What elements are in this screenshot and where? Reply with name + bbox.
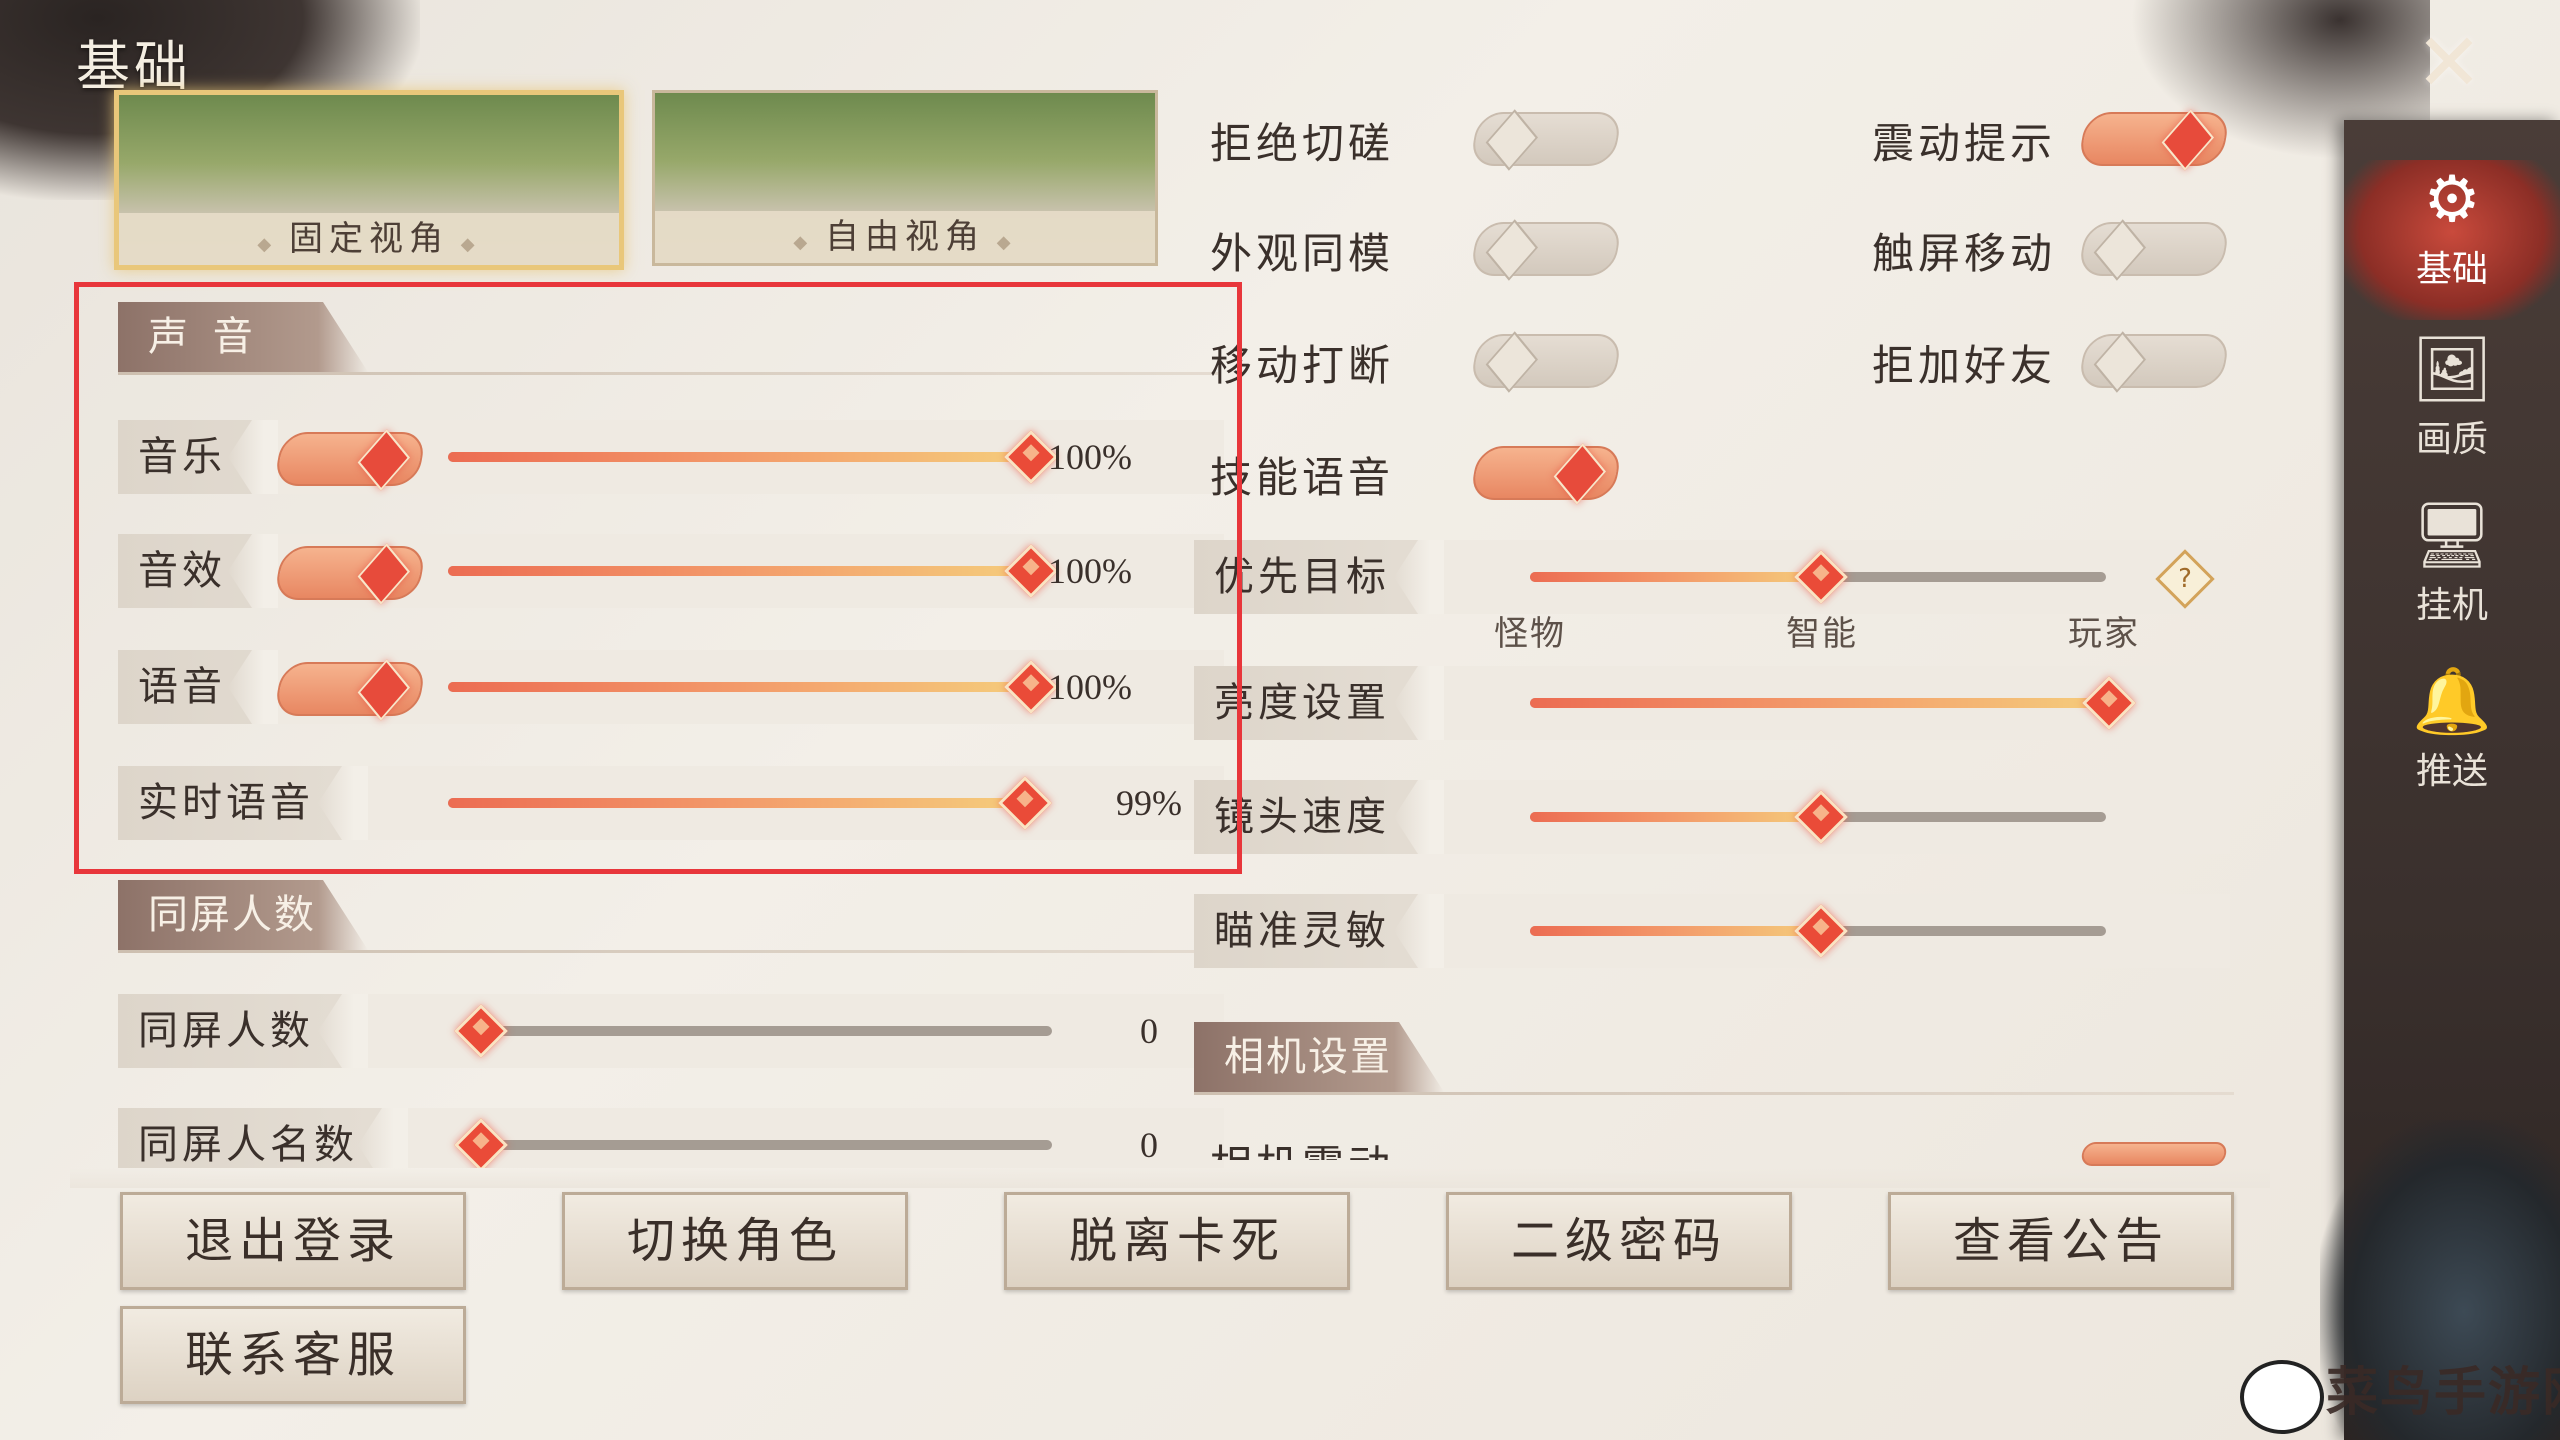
priority-option-player[interactable]: 玩家 [2068,606,2140,655]
camera-shake-label: 相机震动 [1210,1136,1394,1160]
sidebar-item-label: 推送 [2415,751,2488,792]
toggle-label-refuse-friend: 拒加好友 [1872,341,2057,390]
toggle-label-vibration: 震动提示 [1872,119,2057,168]
sidebar-item-afk[interactable]: 🖥 挂机 [2344,496,2560,656]
close-x-icon[interactable]: ✕ [2404,18,2494,108]
toggle-refuse-duel[interactable] [1469,109,1623,171]
view-label: 自由视角 [655,211,1155,263]
row-label: 同屏人数 [138,1008,314,1054]
fade-edge [70,1168,2270,1188]
toggle-move-interrupt[interactable] [1469,331,1623,393]
toggle-label-refuse-duel: 拒绝切磋 [1210,119,1395,168]
slider-same-screen-count[interactable] [454,1004,1052,1058]
unstuck-button[interactable]: 脱离卡死 [1004,1192,1350,1290]
divider [118,950,1218,953]
watermark-logo [2240,1360,2324,1434]
slider-aim-sensitivity[interactable] [1530,904,2106,958]
brightness-row: 亮度设置 [1194,666,2230,740]
contact-support-button[interactable]: 联系客服 [120,1306,466,1404]
same-screen-row-count: 同屏人数 0 [118,994,1224,1068]
toggle-refuse-friend[interactable] [2077,331,2231,393]
toggle-label-same-appearance: 外观同模 [1210,229,1395,278]
slider-priority-target[interactable] [1530,550,2106,604]
sidebar-item-graphics[interactable]: 🖼 画质 [2344,330,2560,490]
bell-icon: 🔔 [2412,665,2492,739]
toggle-touch-move[interactable] [2077,219,2231,281]
sidebar-item-basic[interactable]: ⚙ 基础 [2344,160,2560,320]
monitor-icon: 🖥 [2411,499,2493,573]
sidebar-item-push[interactable]: 🔔 推送 [2344,662,2560,822]
priority-target-row: 优先目标 ? [1194,540,2230,614]
view-label: 固定视角 [119,213,619,265]
gear-icon: ⚙ [2423,163,2481,237]
section-same-screen-header: 同屏人数 [118,880,368,950]
slider-brightness[interactable] [1530,676,2136,730]
value-label: 0 [1140,1125,1158,1165]
view-free-thumbnail[interactable]: 自由视角 [652,90,1158,266]
secondary-password-button[interactable]: 二级密码 [1446,1192,1792,1290]
priority-option-monster[interactable]: 怪物 [1494,606,1566,655]
slider-camera-speed[interactable] [1530,790,2106,844]
view-announcement-button[interactable]: 查看公告 [1888,1192,2234,1290]
sidebar-item-label: 基础 [2415,249,2488,290]
watermark-text: 菜鸟手游网 [2326,1363,2560,1423]
annotation-highlight-box [74,282,1242,874]
toggle-camera-shake[interactable] [2079,1142,2229,1166]
toggle-skill-voice[interactable] [1469,443,1623,505]
priority-option-smart[interactable]: 智能 [1786,606,1858,655]
sidebar-item-label: 挂机 [2415,585,2488,626]
row-label: 瞄准灵敏 [1214,908,1390,954]
toggle-vibration[interactable] [2077,109,2231,171]
view-fixed-thumbnail[interactable]: 固定视角 [114,90,624,270]
same-screen-row-names: 同屏人名数 0 [118,1108,1224,1168]
row-label: 同屏人名数 [138,1122,358,1168]
camera-speed-row: 镜头速度 [1194,780,2230,854]
toggle-label-touch-move: 触屏移动 [1872,229,2057,278]
settings-screen: 基础 ✕ 固定视角 自由视角 声 音 音乐 100% 音效 [0,0,2560,1440]
sidebar-item-label: 画质 [2415,419,2488,460]
slider-same-screen-names[interactable] [454,1118,1052,1168]
toggle-same-appearance[interactable] [1469,219,1623,281]
section-camera-header: 相机设置 [1194,1022,1444,1092]
switch-character-button[interactable]: 切换角色 [562,1192,908,1290]
logout-button[interactable]: 退出登录 [120,1192,466,1290]
divider [1194,1092,2234,1095]
image-icon: 🖼 [2411,333,2493,407]
aim-sensitivity-row: 瞄准灵敏 [1194,894,2230,968]
value-label: 0 [1140,1011,1158,1051]
